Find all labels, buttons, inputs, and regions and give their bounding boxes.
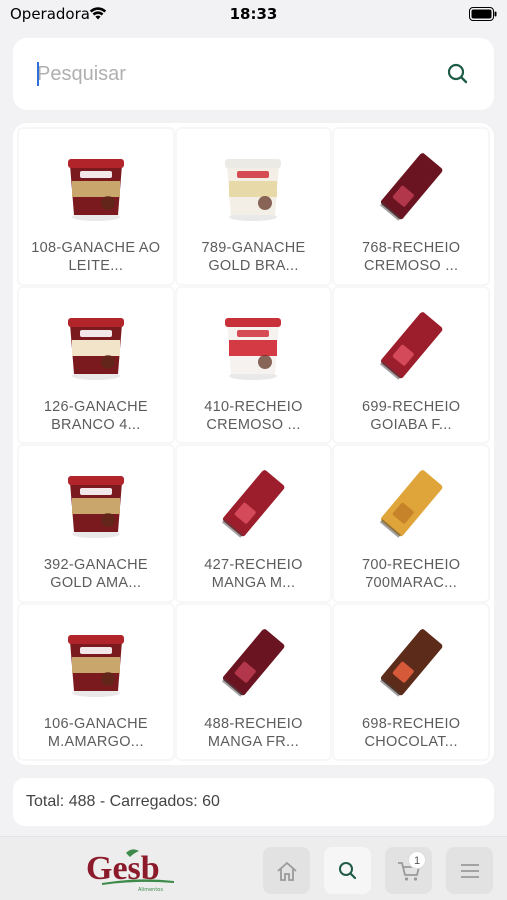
product-name-line2: GOLD AMA... [50, 575, 142, 591]
product-image [213, 627, 293, 699]
product-label: 488-RECHEIO MANGA FR... [181, 715, 327, 751]
product-tile[interactable]: 768-RECHEIO CREMOSO ... [332, 127, 490, 286]
product-name-line1: 427-RECHEIO [204, 557, 303, 573]
product-name-line1: 108-GANACHE AO [31, 240, 161, 256]
product-label: 108-GANACHE AO LEITE... [23, 239, 169, 275]
product-tile[interactable]: 488-RECHEIO MANGA FR... [174, 602, 333, 761]
status-bar: Operadora 18:33 [0, 0, 507, 28]
product-image [56, 310, 136, 382]
product-tile[interactable]: 427-RECHEIO MANGA M... [174, 444, 333, 603]
product-image [371, 468, 451, 540]
gesb-logo: Gesb Alimentos [86, 849, 174, 893]
product-tile[interactable]: 698-RECHEIO CHOCOLAT... [332, 602, 490, 761]
product-tile[interactable]: 699-RECHEIO GOIABA F... [332, 285, 490, 444]
total-loaded-text: Total: 488 - Carregados: 60 [26, 793, 220, 810]
product-tile[interactable]: 108-GANACHE AO LEITE... [17, 127, 175, 286]
product-name-line1: 106-GANACHE [43, 715, 148, 732]
product-tile[interactable]: 126-GANACHE BRANCO 4... [17, 285, 175, 444]
product-image [371, 627, 451, 699]
svg-text:Alimentos: Alimentos [138, 887, 163, 893]
product-name-line1: 698-RECHEIO [361, 715, 461, 732]
product-name-line2: CHOCOLAT... [364, 733, 458, 750]
product-label: 106-GANACHE M.AMARGO... [23, 715, 169, 751]
product-image [56, 627, 136, 699]
product-name-line2: CREMOSO ... [363, 258, 459, 274]
product-name-line1: 488-RECHEIO [204, 715, 303, 732]
product-name-line1: 392-GANACHE [43, 557, 148, 573]
cart-count-badge: 1 [408, 851, 426, 869]
product-label: 699-RECHEIO GOIABA F... [338, 398, 484, 434]
text-caret [37, 62, 39, 86]
product-name-line2: GOIABA F... [370, 416, 452, 433]
menu-button[interactable] [446, 847, 493, 894]
product-label: 410-RECHEIO CREMOSO ... [181, 398, 327, 434]
total-bar: Total: 488 - Carregados: 60 [13, 778, 494, 826]
product-label: 427-RECHEIO MANGA M... [181, 556, 327, 592]
search-icon [338, 861, 356, 879]
product-name-line2: GOLD BRA... [208, 258, 299, 274]
product-grid-card: 108-GANACHE AO LEITE... 789-GANACHE GOLD BR… [13, 123, 494, 765]
product-name-line1: 768-RECHEIO [361, 240, 461, 256]
product-image [56, 468, 136, 540]
product-tile[interactable]: 700-RECHEIO 700MARAC... [332, 444, 490, 603]
product-image [371, 151, 451, 223]
product-label: 789-GANACHE GOLD BRA... [181, 239, 327, 275]
product-name-line1: 700-RECHEIO [361, 557, 461, 573]
product-name-line2: MANGA FR... [207, 733, 300, 750]
product-name-line1: 789-GANACHE [201, 240, 306, 256]
product-tile[interactable]: 789-GANACHE GOLD BRA... [174, 127, 333, 286]
menu-icon [460, 863, 479, 878]
product-tile[interactable]: 106-GANACHE M.AMARGO... [17, 602, 175, 761]
product-image [213, 310, 293, 382]
search-card [13, 38, 494, 110]
product-name-line1: 126-GANACHE [43, 398, 148, 415]
home-button[interactable] [263, 847, 310, 894]
product-name-line1: 699-RECHEIO [361, 398, 461, 415]
product-name-line2: BRANCO 4... [51, 416, 141, 433]
product-name-line1: 410-RECHEIO [204, 398, 303, 415]
home-icon [276, 861, 297, 881]
product-label: 392-GANACHE GOLD AMA... [23, 556, 169, 592]
product-image [213, 151, 293, 223]
product-grid: 108-GANACHE AO LEITE... 789-GANACHE GOLD BR… [17, 127, 490, 761]
search-icon [447, 63, 468, 84]
product-label: 700-RECHEIO 700MARAC... [338, 556, 484, 592]
product-name-line2: LEITE... [68, 258, 124, 274]
status-time: 18:33 [229, 5, 278, 23]
search-nav-button[interactable] [324, 847, 371, 894]
product-name-line2: 700MARAC... [365, 575, 458, 591]
product-name-line2: CREMOSO ... [206, 416, 301, 433]
product-label: 768-RECHEIO CREMOSO ... [338, 239, 484, 275]
product-image [371, 310, 451, 382]
product-label: 698-RECHEIO CHOCOLAT... [338, 715, 484, 751]
search-input[interactable] [37, 56, 417, 92]
cart-button[interactable]: 1 [385, 847, 432, 894]
product-tile[interactable]: 392-GANACHE GOLD AMA... [17, 444, 175, 603]
product-label: 126-GANACHE BRANCO 4... [23, 398, 169, 434]
search-button[interactable] [436, 54, 480, 94]
product-tile[interactable]: 410-RECHEIO CREMOSO ... [174, 285, 333, 444]
product-name-line2: M.AMARGO... [47, 733, 144, 750]
product-image [213, 468, 293, 540]
product-image [56, 151, 136, 223]
bottom-nav: Gesb Alimentos 1 [0, 836, 507, 900]
battery-icon [469, 7, 497, 21]
product-name-line2: MANGA M... [211, 575, 296, 591]
